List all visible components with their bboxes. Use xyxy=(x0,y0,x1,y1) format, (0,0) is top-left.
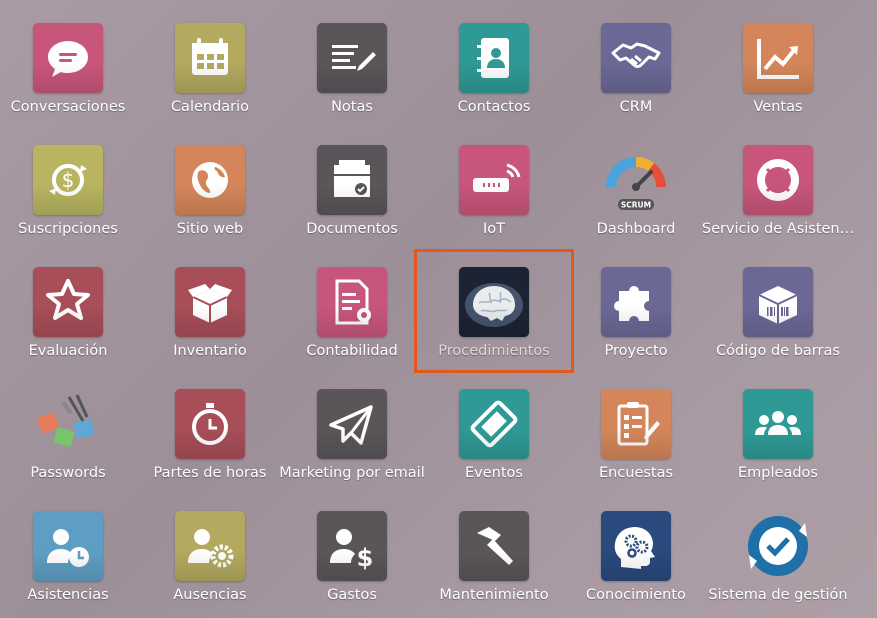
app-label: IoT xyxy=(482,221,505,237)
app-asistencias[interactable]: Asistencias xyxy=(0,488,148,610)
app-mantenimiento[interactable]: Mantenimiento xyxy=(414,488,574,610)
app-label: Asistencias xyxy=(27,587,109,603)
chat-bubble-icon xyxy=(33,23,103,93)
lifebuoy-icon xyxy=(743,145,813,215)
app-contactos[interactable]: Contactos xyxy=(414,0,574,122)
app-label: Documentos xyxy=(306,221,398,237)
app-evaluacion[interactable]: Evaluación xyxy=(0,244,148,366)
accounting-document-icon xyxy=(317,267,387,337)
app-notas[interactable]: Notas xyxy=(272,0,432,122)
app-label: Eventos xyxy=(465,465,523,481)
person-gear-icon xyxy=(175,511,245,581)
app-contabilidad[interactable]: Contabilidad xyxy=(272,244,432,366)
app-inventario[interactable]: Inventario xyxy=(130,244,290,366)
notes-pencil-icon xyxy=(317,23,387,93)
app-label: Proyecto xyxy=(604,343,668,359)
app-eventos[interactable]: Eventos xyxy=(414,366,574,488)
barcode-box-icon xyxy=(743,267,813,337)
subscription-refresh-icon: $ xyxy=(33,145,103,215)
app-suscripciones[interactable]: $ Suscripciones xyxy=(0,122,148,244)
app-documentos[interactable]: Documentos xyxy=(272,122,432,244)
app-label: CRM xyxy=(619,99,653,115)
app-sitio-web[interactable]: Sitio web xyxy=(130,122,290,244)
calendar-icon xyxy=(175,23,245,93)
scrum-gauge-icon: SCRUM xyxy=(601,145,671,215)
app-dashboard[interactable]: SCRUM Dashboard xyxy=(556,122,716,244)
sales-chart-icon xyxy=(743,23,813,93)
person-dollar-icon: $ xyxy=(317,511,387,581)
app-label: Conversaciones xyxy=(10,99,126,115)
app-label: Inventario xyxy=(173,343,247,359)
app-label: Dashboard xyxy=(596,221,676,237)
app-label: Servicio de Asisten… xyxy=(701,221,855,237)
app-label: Sitio web xyxy=(176,221,244,237)
padlocks-icon xyxy=(33,389,103,459)
app-label: Sistema de gestión xyxy=(708,587,848,603)
app-label: Evaluación xyxy=(28,343,108,359)
selection-highlight xyxy=(414,249,574,373)
globe-icon xyxy=(175,145,245,215)
app-gastos[interactable]: $ Gastos xyxy=(272,488,432,610)
app-empleados[interactable]: Empleados xyxy=(698,366,858,488)
app-label: Mantenimiento xyxy=(439,587,549,603)
app-label: Contabilidad xyxy=(306,343,398,359)
stopwatch-icon xyxy=(175,389,245,459)
app-sistema-de-gestion[interactable]: Sistema de gestión xyxy=(698,488,858,610)
app-label: Calendario xyxy=(170,99,250,115)
iot-device-icon xyxy=(459,145,529,215)
app-label: Encuestas xyxy=(598,465,674,481)
app-encuestas[interactable]: Encuestas xyxy=(556,366,716,488)
app-ausencias[interactable]: Ausencias xyxy=(130,488,290,610)
person-clock-icon xyxy=(33,511,103,581)
address-book-icon xyxy=(459,23,529,93)
app-label: Conocimiento xyxy=(586,587,686,603)
app-proyecto[interactable]: Proyecto xyxy=(556,244,716,366)
app-passwords[interactable]: Passwords xyxy=(0,366,148,488)
app-ventas[interactable]: Ventas xyxy=(698,0,858,122)
app-label: Código de barras xyxy=(716,343,840,359)
app-marketing-por-email[interactable]: Marketing por email xyxy=(272,366,432,488)
app-label: Suscripciones xyxy=(18,221,118,237)
app-conocimiento[interactable]: Conocimiento xyxy=(556,488,716,610)
people-group-icon xyxy=(743,389,813,459)
handshake-icon xyxy=(601,23,671,93)
app-servicio-de-asisten[interactable]: Servicio de Asisten… xyxy=(698,122,858,244)
app-label: Notas xyxy=(331,99,373,115)
app-iot[interactable]: IoT xyxy=(414,122,574,244)
app-label: Ausencias xyxy=(173,587,247,603)
ticket-icon xyxy=(459,389,529,459)
survey-clipboard-icon xyxy=(601,389,671,459)
app-label: Passwords xyxy=(30,465,106,481)
svg-text:$: $ xyxy=(62,168,75,192)
app-partes-de-horas[interactable]: Partes de horas xyxy=(130,366,290,488)
scrum-badge: SCRUM xyxy=(621,201,651,210)
app-calendario[interactable]: Calendario xyxy=(130,0,290,122)
app-label: Contactos xyxy=(457,99,531,115)
app-codigo-de-barras[interactable]: Código de barras xyxy=(698,244,858,366)
puzzle-piece-icon xyxy=(601,267,671,337)
app-crm[interactable]: CRM xyxy=(556,0,716,122)
head-gears-icon xyxy=(601,511,671,581)
app-label: Partes de horas xyxy=(153,465,267,481)
svg-text:$: $ xyxy=(357,544,374,572)
sync-check-icon xyxy=(743,511,813,581)
star-badge-icon xyxy=(33,267,103,337)
app-conversaciones[interactable]: Conversaciones xyxy=(0,0,148,122)
document-tray-icon xyxy=(317,145,387,215)
paper-plane-icon xyxy=(317,389,387,459)
app-label: Marketing por email xyxy=(279,465,425,481)
app-label: Gastos xyxy=(327,587,377,603)
hammer-icon xyxy=(459,511,529,581)
app-label: Ventas xyxy=(753,99,803,115)
open-box-icon xyxy=(175,267,245,337)
app-label: Empleados xyxy=(738,465,818,481)
